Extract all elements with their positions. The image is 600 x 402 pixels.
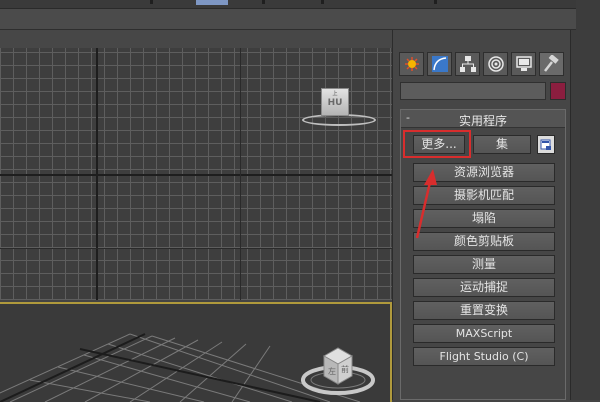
viewcube-perspective[interactable] — [300, 334, 380, 402]
object-color-swatch[interactable] — [550, 82, 566, 100]
viewcube-cube[interactable]: 上 HU — [321, 88, 349, 116]
viewcube-left-face-label: 左 — [328, 367, 336, 376]
viewport-label-strip — [0, 30, 392, 49]
display-tab[interactable] — [511, 52, 536, 76]
viewcube-front-face-label: 前 — [341, 365, 349, 374]
curve-icon — [431, 56, 448, 72]
measure-button[interactable]: 测量 — [413, 255, 555, 274]
scrollbar[interactable] — [576, 0, 600, 30]
utilities-tab[interactable] — [539, 52, 564, 76]
motion-icon — [487, 56, 504, 72]
active-menu-indicator[interactable] — [196, 0, 228, 5]
rollout-title: 实用程序 — [458, 114, 507, 128]
flight-studio-button[interactable]: Flight Studio (C) — [413, 347, 555, 366]
viewcube-top-face-label: 上 — [332, 91, 338, 97]
grid-major-line-vertical — [240, 48, 241, 300]
star-icon — [404, 57, 419, 71]
maxscript-button[interactable]: MAXScript — [413, 324, 555, 343]
reset-xform-button[interactable]: 重置变换 — [413, 301, 555, 320]
set-button[interactable]: 集 — [473, 135, 531, 154]
perspective-viewport[interactable]: 左 前 — [0, 302, 392, 402]
panel-right-edge — [570, 30, 600, 400]
main-toolbar — [0, 9, 600, 30]
motion-tab[interactable] — [483, 52, 508, 76]
viewcube[interactable]: 上 HU — [298, 88, 378, 130]
motion-capture-button[interactable]: 运动捕捉 — [413, 278, 555, 297]
top-viewport[interactable]: 上 HU — [0, 48, 392, 300]
rollout-header[interactable]: - 实用程序 — [401, 110, 565, 128]
hierarchy-tab[interactable] — [455, 52, 480, 76]
viewcube-top-view-label: HU — [327, 98, 343, 108]
object-name-field[interactable] — [400, 82, 546, 100]
modify-tab[interactable] — [427, 52, 452, 76]
more-button-highlight-box — [403, 130, 471, 158]
command-panel-tabs — [399, 52, 564, 76]
create-tab[interactable] — [399, 52, 424, 76]
grid-major-line-horizontal — [0, 248, 392, 249]
monitor-icon — [515, 56, 532, 71]
configure-button-sets-button[interactable] — [537, 135, 555, 154]
grid-axis-horizontal — [0, 174, 392, 176]
hammer-icon — [543, 55, 559, 72]
configure-sets-icon — [540, 139, 551, 150]
annotation-arrow — [415, 169, 437, 239]
menu-bar — [0, 0, 600, 9]
hierarchy-icon — [459, 56, 476, 72]
